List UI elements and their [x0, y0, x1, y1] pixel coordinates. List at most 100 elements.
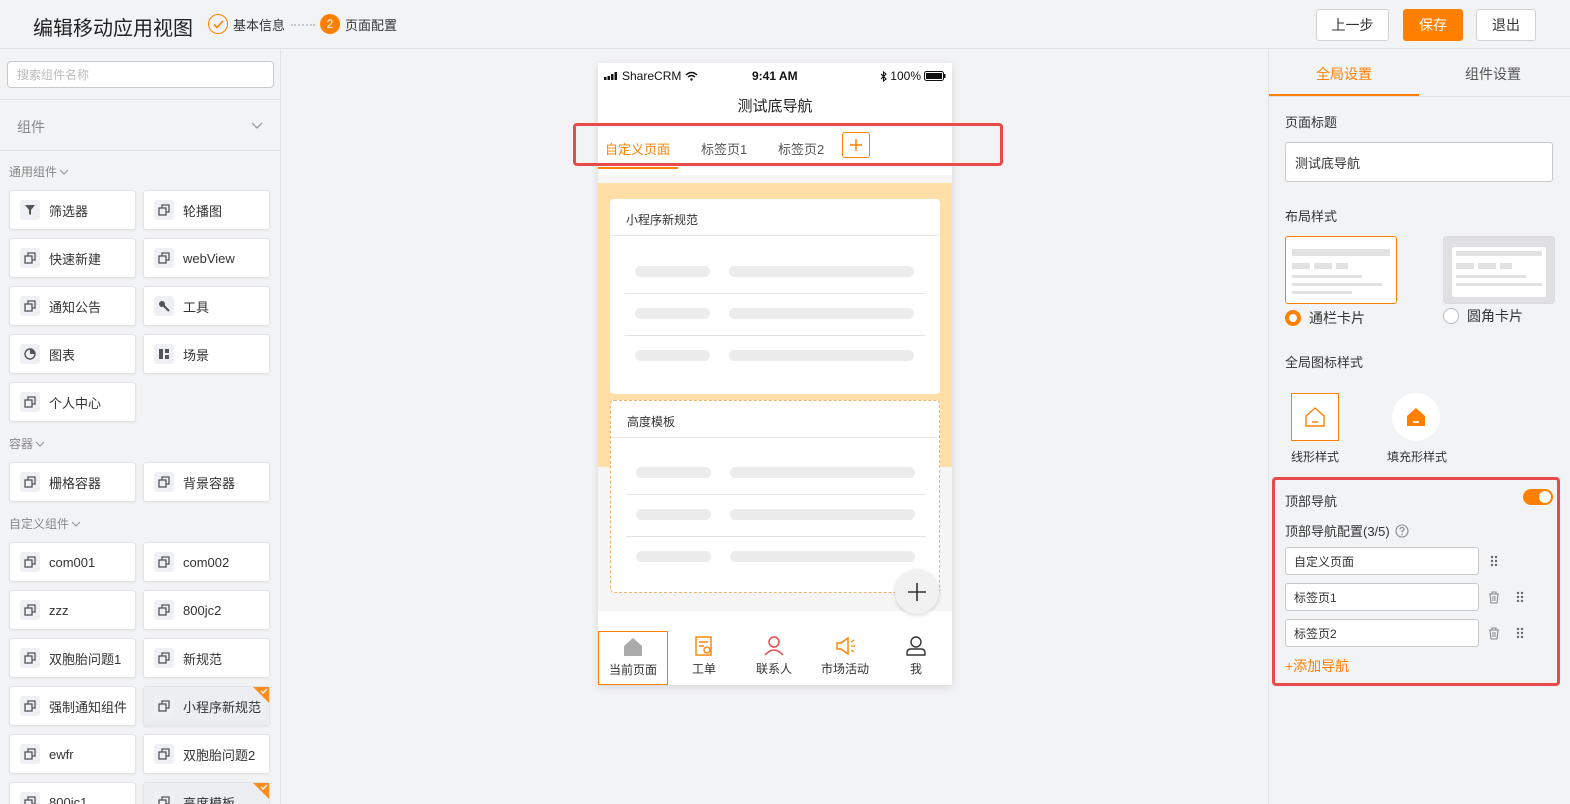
check-icon	[208, 14, 228, 34]
component-card-custom[interactable]: com002	[143, 542, 270, 582]
component-icon	[20, 472, 40, 492]
bottom-nav-contacts[interactable]: 联系人	[739, 631, 809, 685]
check-icon	[260, 688, 268, 694]
group-container-label[interactable]: 容器	[9, 435, 45, 452]
search-input[interactable]	[7, 61, 274, 88]
icon-style-line-label: 线形样式	[1291, 450, 1340, 464]
component-card-bg-container[interactable]: 背景容器	[143, 462, 270, 502]
help-icon[interactable]	[1395, 523, 1409, 538]
component-icon	[20, 696, 40, 716]
bottom-nav-work-order[interactable]: 工单	[669, 631, 739, 685]
tabs-highlight-frame	[573, 123, 1003, 166]
drag-handle-icon[interactable]	[1487, 554, 1501, 568]
component-icon	[154, 792, 174, 804]
page-title: 编辑移动应用视图	[33, 18, 193, 40]
pie-chart-icon	[20, 344, 40, 364]
layout-style-label: 布局样式	[1285, 209, 1338, 224]
settings-tabs: 全局设置 组件设置	[1269, 49, 1570, 97]
widget-title: 高度模板	[627, 415, 676, 429]
component-card-tools[interactable]: 工具	[143, 286, 270, 326]
component-icon	[154, 552, 174, 572]
component-card-chart[interactable]: 图表	[9, 334, 136, 374]
group-general-label[interactable]: 通用组件	[9, 163, 69, 180]
bottom-nav-me[interactable]: 我	[881, 631, 951, 685]
user-icon	[906, 636, 926, 656]
radio-full-width-card[interactable]: 通栏卡片	[1285, 308, 1365, 328]
component-card-scene[interactable]: 场景	[143, 334, 270, 374]
component-icon	[154, 200, 174, 220]
save-button[interactable]: 保存	[1403, 9, 1463, 41]
nav-item-input[interactable]	[1285, 619, 1479, 647]
component-icon	[20, 648, 40, 668]
exit-button[interactable]: 退出	[1476, 9, 1536, 41]
nav-item-input[interactable]	[1285, 583, 1479, 611]
home-icon	[624, 638, 642, 656]
home-filled-icon	[1407, 408, 1425, 426]
trash-icon[interactable]	[1487, 590, 1501, 604]
page-title-label: 页面标题	[1285, 115, 1338, 130]
step-basic-info[interactable]: 基本信息	[208, 14, 285, 34]
component-card-custom[interactable]: 双胞胎问题1	[9, 638, 136, 678]
layout-thumb-rounded[interactable]	[1443, 236, 1555, 304]
plus-icon	[908, 583, 926, 601]
component-icon	[154, 600, 174, 620]
top-nav-toggle[interactable]	[1523, 489, 1553, 505]
add-nav-link[interactable]: +添加导航	[1285, 656, 1349, 676]
bluetooth-icon	[880, 70, 888, 82]
step-page-config[interactable]: 2 页面配置	[320, 14, 397, 34]
component-card-profile[interactable]: 个人中心	[9, 382, 136, 422]
component-card-carousel[interactable]: 轮播图	[143, 190, 270, 230]
battery-level: 100%	[890, 69, 921, 83]
page-title-input[interactable]	[1285, 142, 1553, 182]
bottom-nav-marketing[interactable]: 市场活动	[810, 631, 880, 685]
battery-icon	[924, 71, 946, 81]
carrier-name: ShareCRM	[622, 69, 682, 83]
component-card-custom[interactable]: zzz	[9, 590, 136, 630]
component-card-custom[interactable]: ewfr	[9, 734, 136, 774]
component-card-custom-selected[interactable]: 高度模板	[143, 782, 270, 804]
status-time: 9:41 AM	[752, 69, 798, 83]
widget-card[interactable]: 小程序新规范	[610, 199, 940, 394]
component-card-filter[interactable]: 筛选器	[9, 190, 136, 230]
radio-rounded-card[interactable]: 圆角卡片	[1443, 306, 1523, 326]
nav-item-input[interactable]	[1285, 547, 1479, 575]
chevron-down-icon	[35, 441, 45, 447]
floating-add-button[interactable]	[895, 570, 939, 614]
signal-icon	[604, 72, 617, 80]
trash-icon[interactable]	[1487, 626, 1501, 640]
step-label: 基本信息	[233, 17, 286, 33]
wrench-icon	[154, 296, 174, 316]
tab-global-settings[interactable]: 全局设置	[1316, 64, 1372, 84]
component-card-custom[interactable]: 双胞胎问题2	[143, 734, 270, 774]
home-outline-icon	[1305, 407, 1325, 427]
components-header[interactable]: 组件	[0, 99, 280, 151]
component-card-custom[interactable]: com001	[9, 542, 136, 582]
filter-icon	[20, 200, 40, 220]
widget-card-selected[interactable]: 高度模板	[610, 400, 940, 593]
component-card-quick-create[interactable]: 快速新建	[9, 238, 136, 278]
top-nav-config-label: 顶部导航配置(3/5)	[1285, 521, 1409, 540]
component-card-custom[interactable]: 800jc2	[143, 590, 270, 630]
layout-thumb-full-width[interactable]	[1285, 236, 1397, 304]
layout-icon	[154, 344, 174, 364]
icon-style-line[interactable]	[1291, 393, 1339, 441]
component-card-notice[interactable]: 通知公告	[9, 286, 136, 326]
icon-style-filled[interactable]	[1392, 393, 1440, 441]
drag-handle-icon[interactable]	[1513, 590, 1527, 604]
bottom-nav-current-page[interactable]: 当前页面	[598, 631, 668, 685]
tab-component-settings[interactable]: 组件设置	[1465, 64, 1521, 84]
drag-handle-icon[interactable]	[1513, 626, 1527, 640]
component-card-custom-selected[interactable]: 小程序新规范	[143, 686, 270, 726]
phone-content: 小程序新规范 高度模板	[598, 175, 952, 614]
component-card-custom[interactable]: 新规范	[143, 638, 270, 678]
icon-style-filled-label: 填充形样式	[1387, 450, 1448, 464]
component-card-custom[interactable]: 800jc1	[9, 782, 136, 804]
component-card-grid-container[interactable]: 栅格容器	[9, 462, 136, 502]
check-icon	[260, 784, 268, 790]
group-custom-label[interactable]: 自定义组件	[9, 515, 81, 532]
prev-button[interactable]: 上一步	[1316, 9, 1389, 41]
component-card-webview[interactable]: webView	[143, 238, 270, 278]
component-card-custom[interactable]: 强制通知组件	[9, 686, 136, 726]
settings-panel: 全局设置 组件设置 页面标题 布局样式 通栏卡片 圆角卡片 全局图标样式 线形样…	[1268, 49, 1570, 804]
status-bar: ShareCRM 9:41 AM 100%	[598, 63, 952, 87]
